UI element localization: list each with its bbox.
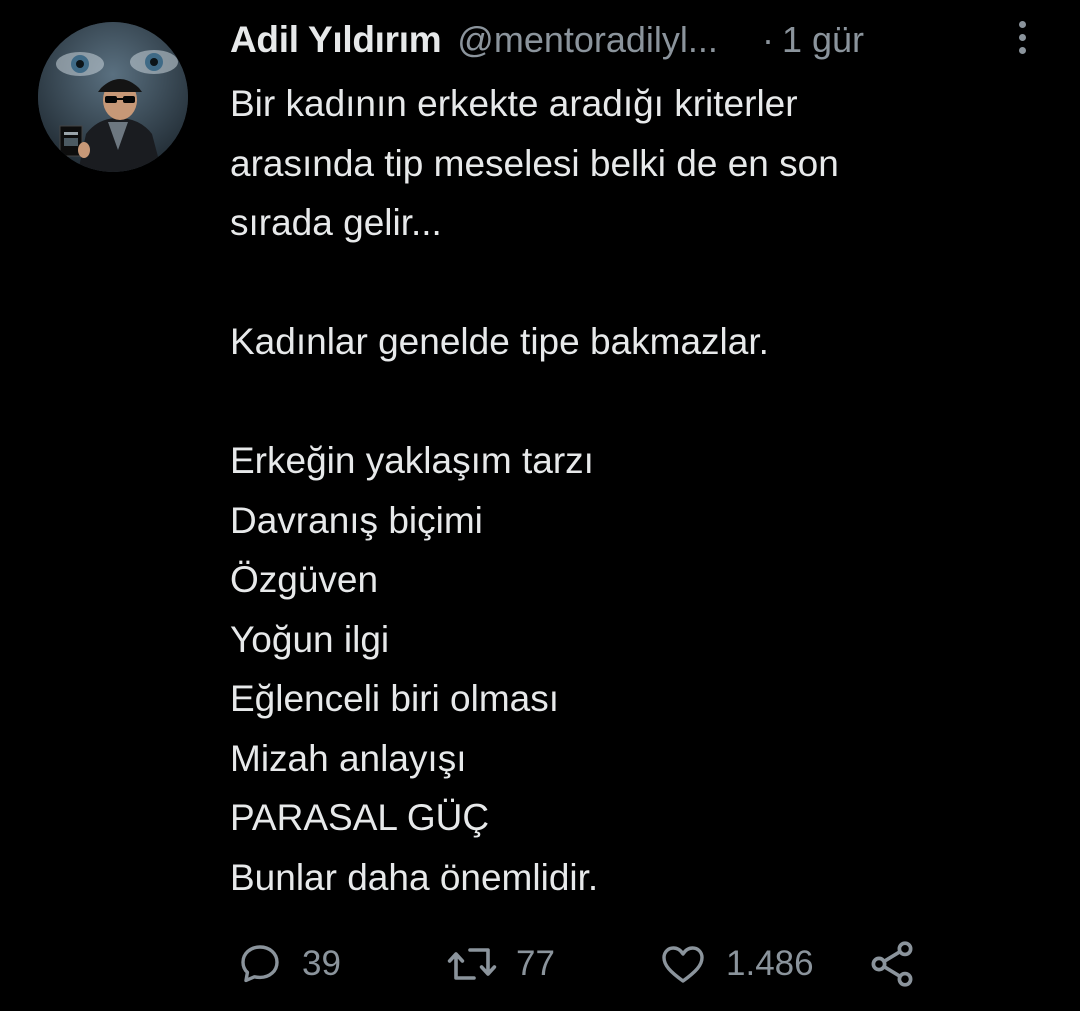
tweet-line: Kadınlar genelde tipe bakmazlar. [230, 321, 769, 362]
time-separator: · [761, 19, 774, 60]
tweet-line: Bir kadının erkekte aradığı kriterler [230, 83, 798, 124]
tweet-line: PARASAL GÜÇ [230, 797, 490, 838]
tweet-line: sırada gelir... [230, 202, 442, 243]
tweet-line: Yoğun ilgi [230, 618, 390, 660]
retweet-count: 77 [516, 944, 555, 983]
reply-count: 39 [302, 944, 341, 983]
tweet-line: Erkeğin yaklaşım tarzı [230, 440, 594, 481]
reply-button[interactable]: 39 [236, 936, 341, 992]
vertical-ellipsis-icon [1018, 20, 1026, 28]
avatar[interactable] [38, 22, 188, 172]
tweet-line: Davranış biçimi [230, 499, 483, 541]
author-display-name[interactable]: Adil Yıldırım [230, 19, 442, 61]
tweet-action-bar: 39 77 1.486 [0, 936, 1080, 992]
tweet-line: Mizah anlayışı [230, 737, 467, 779]
more-options-button[interactable] [1006, 14, 1038, 60]
tweet: Adil Yıldırım @mentoradilyl... · 1 gür B… [0, 0, 1080, 1011]
heart-icon [662, 946, 704, 983]
retweet-arrows-icon [447, 948, 497, 980]
speech-bubble-icon [241, 945, 279, 983]
tweet-timestamp[interactable]: 1 gür [782, 19, 864, 61]
tweet-line: Bunlar daha önemlidir. [230, 856, 599, 898]
like-button[interactable]: 1.486 [658, 936, 814, 992]
tweet-text: Bir kadının erkekte aradığı kriterler ar… [230, 74, 1030, 907]
tweet-line: arasında tip meselesi belki de en son [230, 142, 839, 184]
like-count: 1.486 [726, 944, 814, 983]
author-handle[interactable]: @mentoradilyl... [457, 19, 718, 61]
retweet-button[interactable]: 77 [446, 936, 555, 992]
share-button[interactable] [866, 936, 918, 992]
tweet-header: Adil Yıldırım @mentoradilyl... · 1 gür [230, 14, 1050, 66]
share-nodes-icon [871, 941, 913, 987]
tweet-line: Özgüven [230, 559, 379, 600]
avatar-image [38, 22, 188, 172]
tweet-line: Eğlenceli biri olması [230, 678, 560, 719]
